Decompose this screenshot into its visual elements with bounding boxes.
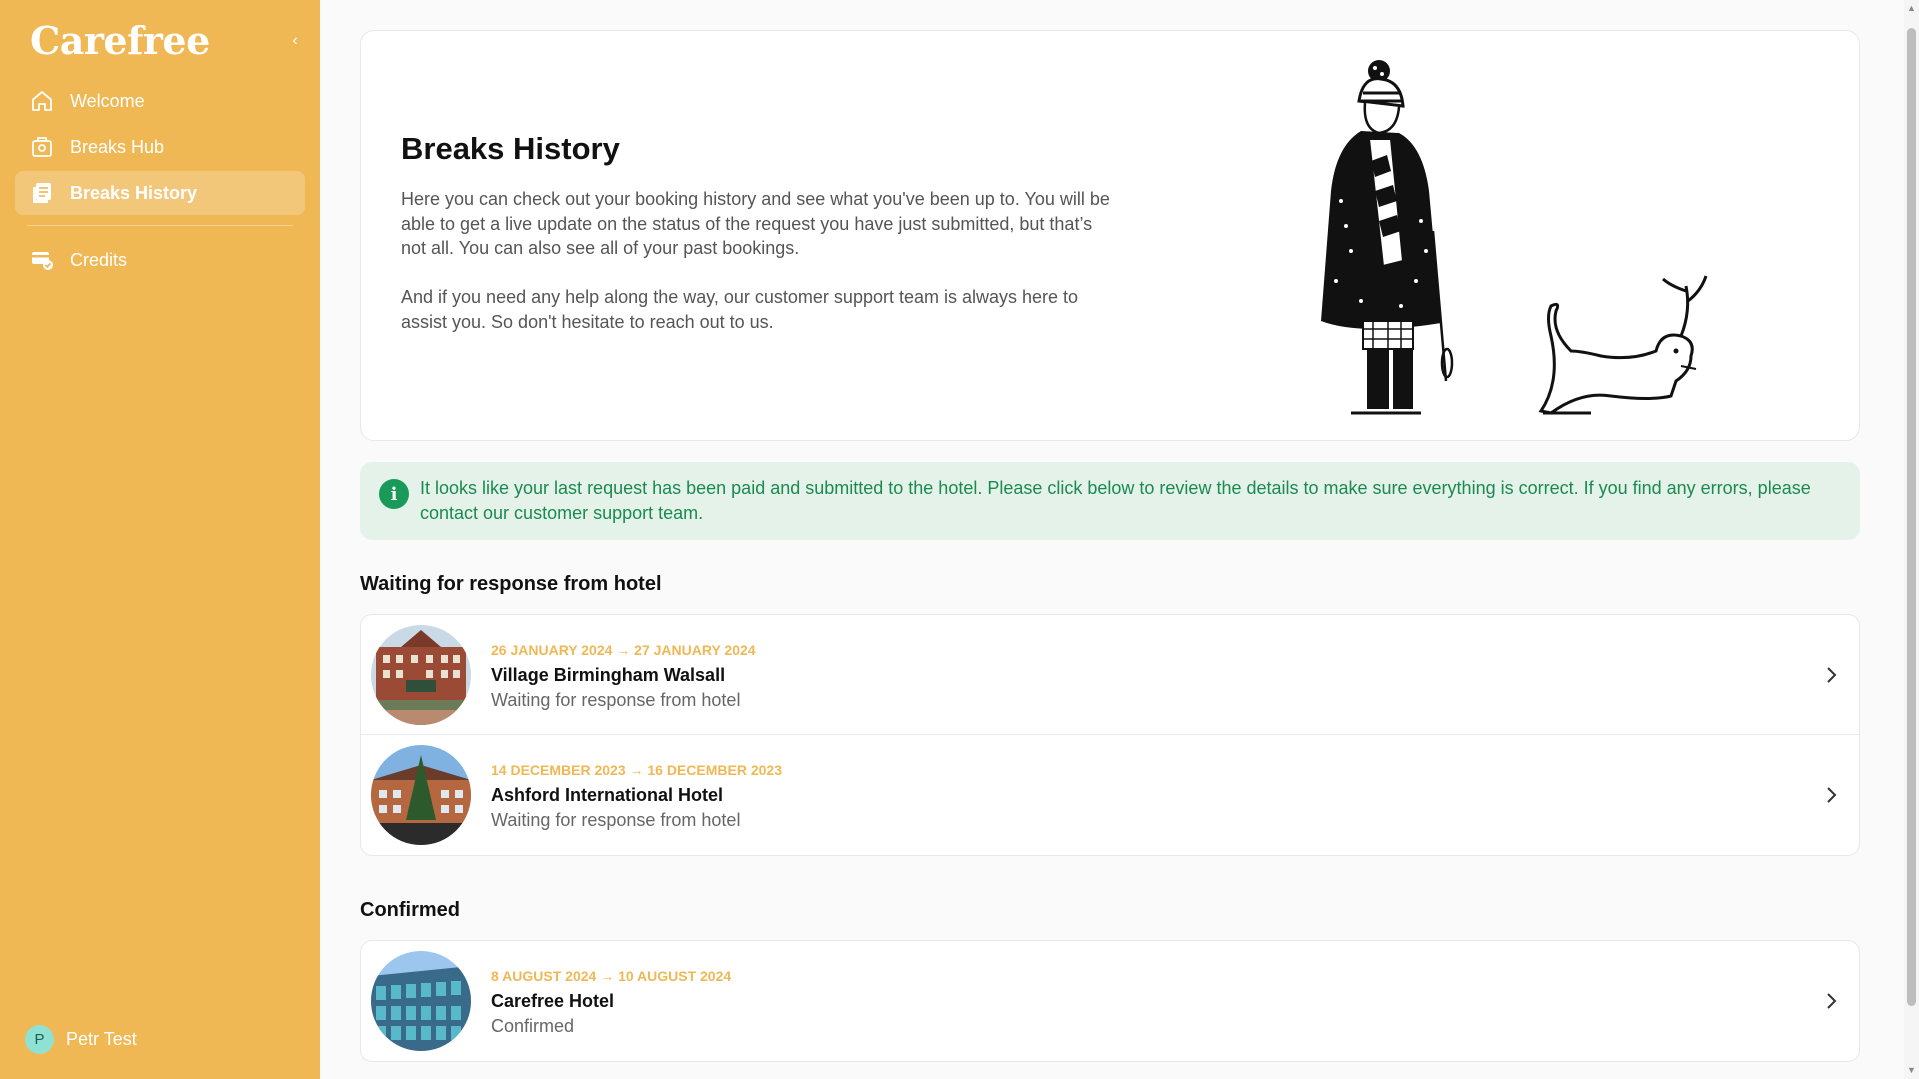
hotel-thumbnail <box>371 625 471 725</box>
person-walking-dog-illustration <box>1321 60 1708 415</box>
hotel-name: Carefree Hotel <box>491 991 615 1011</box>
hotel-thumbnail <box>371 951 471 1051</box>
suitcase-icon <box>29 134 55 160</box>
chevron-right-icon <box>1827 787 1837 803</box>
hotel-name: Village Birmingham Walsall <box>491 665 726 685</box>
sidebar-item-label: Credits <box>70 249 128 270</box>
booking-row[interactable]: 14 December 2023 → 16 December 2023 Ashf… <box>361 735 1859 855</box>
booking-row[interactable]: 26 January 2024 → 27 January 2024 Villag… <box>361 615 1859 735</box>
sidebar-item-label: Breaks History <box>70 182 198 203</box>
chevron-right-icon <box>1827 667 1837 683</box>
info-icon: i <box>379 479 409 509</box>
booking-status: Waiting for response from hotel <box>491 690 741 710</box>
scroll-up-arrow-icon[interactable]: ▲ <box>1907 4 1916 13</box>
confirmed-bookings-list: 8 August 2024 → 10 August 2024 Carefree … <box>360 940 1860 1062</box>
sidebar-item-credits[interactable]: Credits <box>15 238 305 282</box>
hotel-name: Ashford International Hotel <box>491 785 724 805</box>
booking-status: Confirmed <box>491 1016 575 1036</box>
sidebar-item-label: Breaks Hub <box>70 136 165 157</box>
scroll-down-arrow-icon[interactable]: ▼ <box>1907 1066 1916 1075</box>
main-content: Breaks History Here you can check out yo… <box>360 30 1860 1062</box>
scrollbar-thumb[interactable] <box>1907 28 1916 1006</box>
hero-paragraph: Here you can check out your booking hist… <box>401 189 1110 258</box>
sidebar-item-breaks-hub[interactable]: Breaks Hub <box>15 125 305 169</box>
avatar: P <box>25 1025 54 1054</box>
credit-card-check-icon <box>29 247 55 273</box>
booking-status: Waiting for response from hotel <box>491 810 741 830</box>
sidebar-divider <box>27 225 293 226</box>
sidebar: Carefree ‹ Welcome Breaks Hub Breaks His… <box>0 0 320 1079</box>
hero-card: Breaks History Here you can check out yo… <box>360 30 1860 441</box>
user-name: Petr Test <box>66 1029 137 1049</box>
sidebar-item-welcome[interactable]: Welcome <box>15 79 305 123</box>
app-logo[interactable]: Carefree <box>30 18 210 63</box>
user-menu[interactable]: P Petr Test <box>25 1025 137 1054</box>
booking-dates: 26 January 2024 → 27 January 2024 <box>491 642 756 658</box>
info-alert: i It looks like your last request has be… <box>360 462 1860 540</box>
section-title-waiting: Waiting for response from hotel <box>360 573 662 595</box>
sidebar-item-breaks-history[interactable]: Breaks History <box>15 171 305 215</box>
booking-dates: 14 December 2023 → 16 December 2023 <box>491 762 783 778</box>
home-icon <box>29 88 55 114</box>
sidebar-nav: Welcome Breaks Hub Breaks History Credit… <box>15 79 305 284</box>
hero-paragraph: And if you need any help along the way, … <box>401 287 1079 332</box>
booking-row[interactable]: 8 August 2024 → 10 August 2024 Carefree … <box>361 941 1859 1061</box>
section-title-confirmed: Confirmed <box>360 899 460 921</box>
history-list-icon <box>29 180 55 206</box>
hotel-thumbnail <box>371 745 471 845</box>
chevron-left-icon[interactable]: ‹ <box>286 32 304 50</box>
chevron-right-icon <box>1827 993 1837 1009</box>
page-scrollbar[interactable]: ▲ ▼ <box>1904 0 1919 1079</box>
alert-message: It looks like your last request has been… <box>420 478 1811 523</box>
sidebar-item-label: Welcome <box>70 90 145 111</box>
page-title: Breaks History <box>401 131 620 166</box>
booking-dates: 8 August 2024 → 10 August 2024 <box>491 968 732 984</box>
waiting-bookings-list: 26 January 2024 → 27 January 2024 Villag… <box>360 614 1860 856</box>
